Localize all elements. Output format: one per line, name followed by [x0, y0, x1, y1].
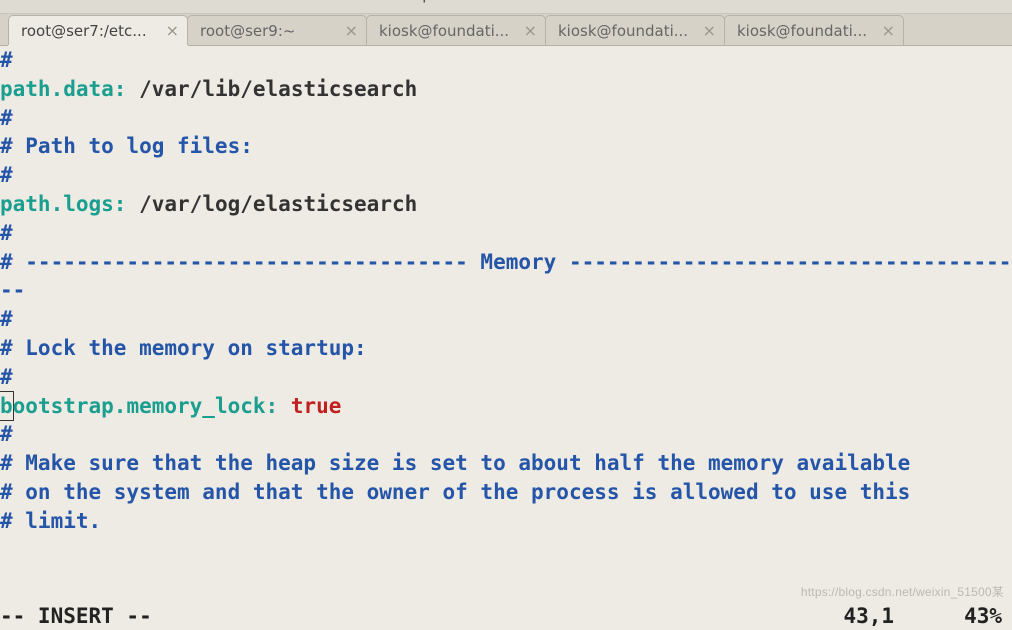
watermark: https://blog.csdn.net/weixin_51500某 — [801, 583, 1004, 600]
editor-line: # Path to log files: — [0, 132, 1012, 161]
cursor: b — [0, 391, 14, 422]
editor-line: path.data: /var/lib/elasticsearch — [0, 75, 1012, 104]
yaml-key: bootstrap.memory_lock — [0, 394, 266, 418]
editor-line: # ----------------------------------- Me… — [0, 248, 1012, 306]
editor-line: # limit. — [0, 507, 1012, 536]
comment-text: # — [0, 365, 13, 389]
comment-text: # — [0, 48, 13, 72]
editor-line: bootstrap.memory_lock: true — [0, 392, 1012, 421]
vim-mode: -- INSERT -- — [0, 604, 152, 628]
editor-line: # — [0, 104, 1012, 133]
comment-text: # ----------------------------------- Me… — [0, 250, 1011, 303]
editor-line: # — [0, 161, 1012, 190]
terminal-tab-4[interactable]: kiosk@foundati... × — [724, 15, 904, 45]
comment-text: # Path to log files: — [0, 134, 253, 158]
yaml-key: path.logs — [0, 192, 114, 216]
comment-text: # — [0, 163, 13, 187]
editor-line: # — [0, 46, 1012, 75]
tab-label: kiosk@foundati... — [737, 22, 876, 40]
terminal-tab-1[interactable]: root@ser9:~ × — [187, 15, 367, 45]
close-icon[interactable]: × — [166, 21, 179, 40]
close-icon[interactable]: × — [345, 21, 358, 40]
editor-line: # — [0, 363, 1012, 392]
yaml-value: true — [291, 394, 342, 418]
tab-label: root@ser7:/etc... — [21, 22, 160, 40]
yaml-value: /var/lib/elasticsearch — [139, 77, 417, 101]
comment-text: # — [0, 422, 13, 446]
tab-bar: root@ser7:/etc... × root@ser9:~ × kiosk@… — [0, 13, 1012, 46]
yaml-key: path.data — [0, 77, 114, 101]
close-icon[interactable]: × — [703, 21, 716, 40]
colon: : — [114, 77, 127, 101]
comment-text: # on the system and that the owner of th… — [0, 480, 910, 504]
comment-text: # Make sure that the heap size is set to… — [0, 451, 910, 475]
editor-line: # on the system and that the owner of th… — [0, 478, 1012, 507]
terminal-tab-3[interactable]: kiosk@foundati... × — [545, 15, 725, 45]
tab-label: root@ser9:~ — [200, 22, 339, 40]
editor-viewport[interactable]: #path.data: /var/lib/elasticsearch## Pat… — [0, 46, 1012, 602]
menu-bar: File Edit View Search Terminal Tabs Help — [0, 0, 1012, 13]
comment-text: # limit. — [0, 509, 101, 533]
yaml-value: /var/log/elasticsearch — [139, 192, 417, 216]
close-icon[interactable]: × — [882, 21, 895, 40]
comment-text: # Lock the memory on startup: — [0, 336, 367, 360]
editor-line: # — [0, 420, 1012, 449]
editor-line: # Make sure that the heap size is set to… — [0, 449, 1012, 478]
terminal-tab-0[interactable]: root@ser7:/etc... × — [8, 15, 188, 45]
comment-text: # — [0, 106, 13, 130]
colon: : — [266, 394, 279, 418]
tab-label: kiosk@foundati... — [379, 22, 518, 40]
editor-line: path.logs: /var/log/elasticsearch — [0, 190, 1012, 219]
close-icon[interactable]: × — [524, 21, 537, 40]
tab-label: kiosk@foundati... — [558, 22, 697, 40]
editor-line: # Lock the memory on startup: — [0, 334, 1012, 363]
vim-status-line: -- INSERT -- 43,1 43% — [0, 602, 1012, 630]
comment-text: # — [0, 221, 13, 245]
editor-line: # — [0, 305, 1012, 334]
terminal-tab-2[interactable]: kiosk@foundati... × — [366, 15, 546, 45]
comment-text: # — [0, 307, 13, 331]
editor-line: # — [0, 219, 1012, 248]
cursor-position: 43,1 — [843, 604, 964, 628]
scroll-percent: 43% — [964, 604, 1012, 628]
colon: : — [114, 192, 127, 216]
